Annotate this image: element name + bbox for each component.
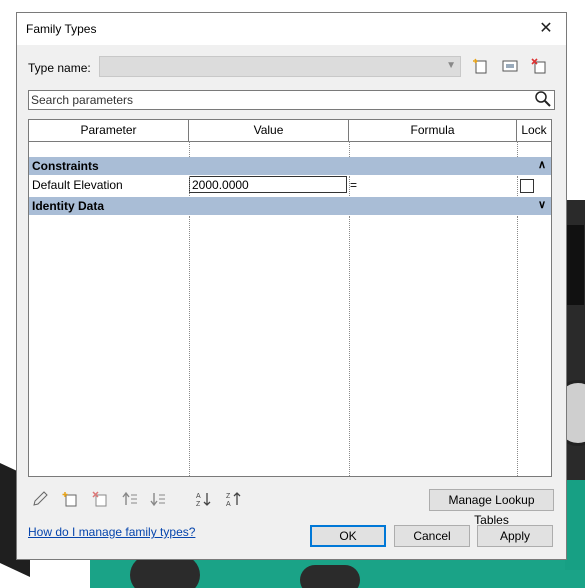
dialog-title: Family Types [26,22,97,36]
delete-type-icon[interactable] [529,57,549,77]
search-parameters-field[interactable] [28,90,555,110]
search-icon[interactable] [534,90,552,108]
family-types-dialog: Family Types ✕ Type name: ▼ Parameter Va… [16,12,567,560]
expand-icon[interactable]: ∨ [538,198,546,211]
column-header-lock[interactable]: Lock [517,120,551,141]
column-header-parameter[interactable]: Parameter [29,120,189,141]
search-input[interactable] [31,92,526,108]
sort-ascending-icon[interactable]: AZ [193,490,215,512]
manage-lookup-tables-button[interactable]: Manage Lookup Tables [429,489,554,527]
parameter-name: Default Elevation [32,178,123,192]
new-parameter-icon[interactable] [59,490,81,512]
formula-field[interactable]: = [350,178,357,192]
move-down-icon[interactable] [147,490,169,512]
column-header-value[interactable]: Value [189,120,349,141]
group-header-constraints[interactable]: Constraints ∧ [29,157,551,175]
svg-text:A: A [196,493,201,500]
group-title: Constraints [32,159,99,173]
parameter-row[interactable]: Default Elevation 2000.0000 = [29,176,551,194]
value-field[interactable]: 2000.0000 [189,176,347,193]
chevron-down-icon[interactable]: ▼ [446,60,456,71]
ok-button[interactable]: OK [310,525,386,547]
cancel-button[interactable]: Cancel [394,525,470,547]
svg-text:Z: Z [196,501,201,508]
delete-parameter-icon[interactable] [89,490,111,512]
group-header-identity-data[interactable]: Identity Data ∨ [29,197,551,215]
move-up-icon[interactable] [119,490,141,512]
group-title: Identity Data [32,199,105,213]
sort-descending-icon[interactable]: ZA [223,490,245,512]
pencil-icon[interactable] [29,490,51,512]
parameters-grid: Parameter Value Formula Lock Constraints… [28,119,552,477]
help-link[interactable]: How do I manage family types? [28,525,195,539]
title-bar: Family Types ✕ [17,13,566,45]
column-header-formula[interactable]: Formula [349,120,517,141]
grid-header: Parameter Value Formula Lock [29,120,551,142]
value-text: 2000.0000 [192,178,249,192]
type-name-label: Type name: [28,61,91,75]
svg-text:Z: Z [226,493,231,500]
type-name-dropdown[interactable]: ▼ [99,56,461,77]
new-type-icon[interactable] [471,57,491,77]
close-icon[interactable]: ✕ [534,17,558,41]
apply-button[interactable]: Apply [477,525,553,547]
rename-type-icon[interactable] [500,57,520,77]
lock-checkbox[interactable] [520,179,534,193]
collapse-icon[interactable]: ∧ [538,158,546,171]
svg-text:A: A [226,501,231,508]
